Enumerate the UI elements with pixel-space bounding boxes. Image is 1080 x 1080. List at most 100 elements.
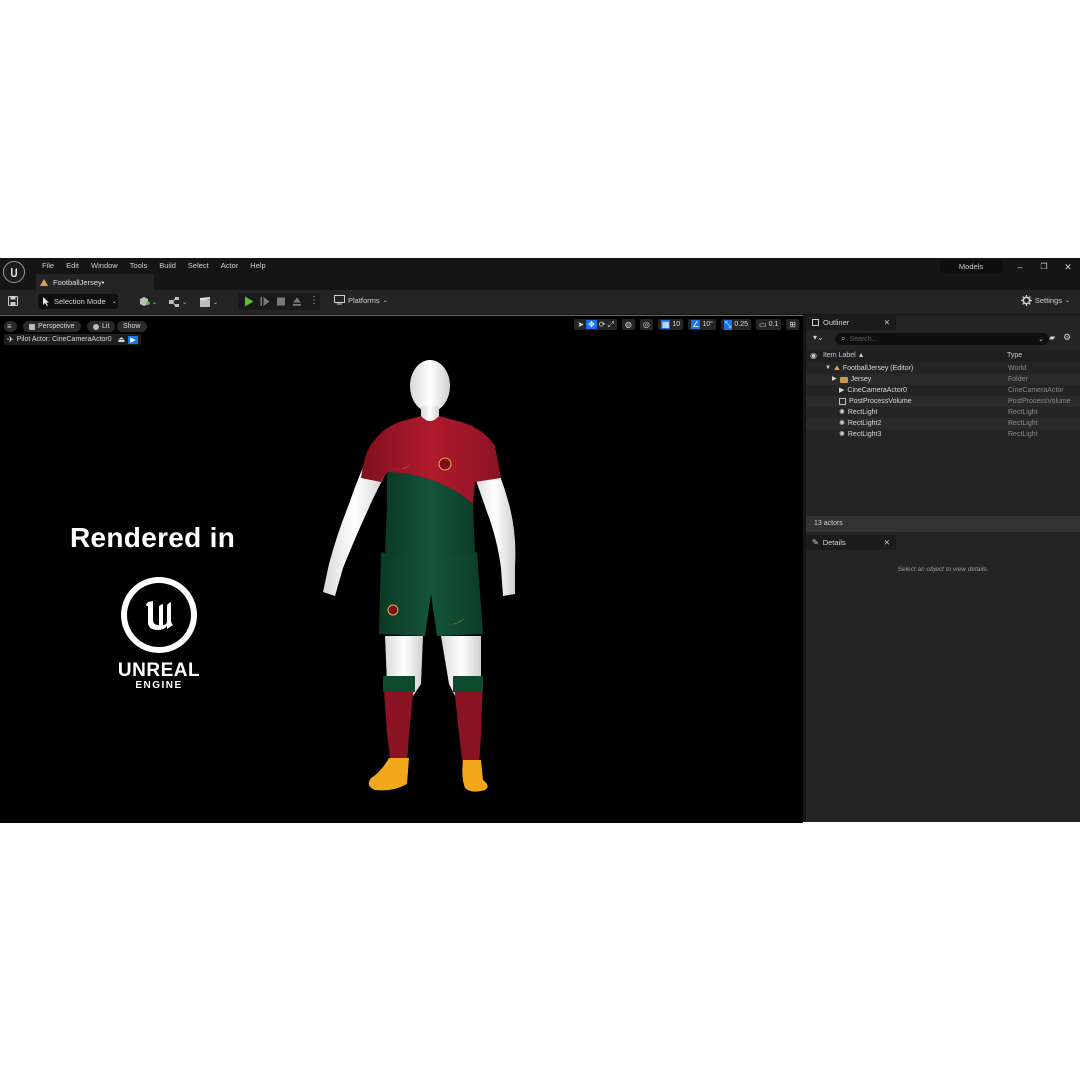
more-options-icon[interactable]: ⋮	[309, 295, 319, 306]
step-icon[interactable]	[260, 296, 270, 307]
visibility-eye-icon[interactable]: ◉	[810, 351, 817, 360]
filter-icon[interactable]: ▾⌄	[813, 333, 824, 342]
layout-button[interactable]: ⊞	[786, 319, 799, 330]
outliner-tab-label: Outliner	[823, 318, 850, 327]
row-label: FootballJersey (Editor)	[842, 365, 914, 372]
close-icon[interactable]: ✕	[884, 318, 890, 327]
select-tool-icon[interactable]: ➤	[577, 320, 584, 329]
outliner-row[interactable]: ▼ ⛰ FootballJersey (Editor) World	[806, 363, 1080, 374]
coordinate-space-button[interactable]: ◍	[621, 319, 635, 330]
outliner-tab[interactable]: Outliner ✕	[806, 315, 896, 330]
rotate-tool-icon[interactable]: ⟳	[599, 320, 606, 329]
menu-edit[interactable]: Edit	[60, 260, 85, 272]
menu-window[interactable]: Window	[85, 260, 124, 272]
scale-tool-icon[interactable]: ⤢	[607, 320, 613, 330]
platforms-dropdown[interactable]: Platforms ⌄	[334, 295, 388, 305]
details-panel: ✎ Details ✕ Select an object to view det…	[806, 535, 1080, 822]
unreal-editor-window: File Edit Window Tools Build Select Acto…	[0, 258, 1080, 823]
restore-button[interactable]: ❐	[1034, 260, 1054, 274]
title-bar: File Edit Window Tools Build Select Acto…	[0, 258, 1080, 290]
scale-snap-control[interactable]: ⤡ 0.25	[720, 319, 751, 330]
level-document-tab[interactable]: FootballJersey•	[36, 274, 154, 290]
unreal-logo-icon[interactable]	[3, 261, 25, 283]
grid-icon: ▦	[660, 320, 671, 329]
collapsed-arrow-icon[interactable]: ▶	[832, 374, 837, 385]
expanded-arrow-icon[interactable]: ▼	[825, 363, 831, 374]
camera-actor-icon: ▶	[839, 387, 845, 394]
cinematics-button[interactable]: ⌄	[199, 296, 218, 308]
pilot-actor-label: Pilot Actor: CineCameraActor0	[16, 336, 112, 343]
menu-help[interactable]: Help	[244, 260, 271, 272]
outliner-search-row: ▾⌄ ⌕ Search... ⌄ ▰ ⚙	[806, 332, 1080, 346]
menu-tools[interactable]: Tools	[124, 260, 154, 272]
mannequin-football-kit[interactable]	[315, 354, 525, 814]
level-viewport[interactable]: ≡ Perspective Lit Show ➤ ✥ ⟳ ⤢ ◍ ◎ ▦ 10	[0, 315, 803, 823]
chevron-down-icon: ⌄	[1038, 336, 1044, 343]
menu-build[interactable]: Build	[153, 260, 182, 272]
eject-pilot-icon[interactable]: ⏏	[118, 335, 126, 344]
show-flags-button[interactable]: Show	[117, 321, 147, 332]
models-button[interactable]: Models	[940, 260, 1002, 273]
add-actor-button[interactable]: ⌄	[138, 296, 157, 308]
column-item-label[interactable]: Item Label ▲	[823, 352, 865, 359]
outliner-row[interactable]: ✺ RectLight3 RectLight	[806, 429, 1080, 440]
globe-icon: ◍	[624, 320, 632, 329]
search-placeholder: Search...	[849, 335, 878, 343]
rendered-in-title: Rendered in	[70, 522, 236, 553]
settings-dropdown[interactable]: Settings ⌄	[1020, 295, 1070, 306]
outliner-search-input[interactable]: ⌕ Search... ⌄	[835, 333, 1049, 345]
row-label: PostProcessVolume	[849, 398, 912, 405]
chevron-down-icon: ⌄	[1064, 298, 1070, 304]
add-folder-icon[interactable]: ▰	[1049, 333, 1055, 342]
selection-mode-dropdown[interactable]: Selection Mode ⌄	[38, 294, 118, 309]
gear-icon	[1020, 295, 1032, 306]
close-icon[interactable]: ✕	[884, 538, 890, 547]
grid-snap-value: 10	[672, 321, 681, 328]
eject-icon[interactable]	[292, 296, 302, 307]
surface-snap-button[interactable]: ◎	[639, 319, 653, 330]
selection-mode-label: Selection Mode	[54, 297, 106, 306]
close-window-button[interactable]: ✕	[1058, 260, 1078, 274]
layout-grid-icon: ⊞	[789, 320, 796, 329]
menu-file[interactable]: File	[36, 260, 60, 272]
chevron-down-icon: ⌄	[213, 299, 219, 306]
clapperboard-icon	[200, 297, 210, 307]
rotation-snap-control[interactable]: ∠ 10°	[688, 319, 716, 330]
wordmark-engine: ENGINE	[135, 680, 183, 691]
scale-snap-icon: ⤡	[723, 319, 733, 330]
transform-tools: ➤ ✥ ⟳ ⤢	[574, 319, 617, 330]
menu-select[interactable]: Select	[182, 260, 215, 272]
save-icon[interactable]	[8, 296, 18, 306]
lit-sphere-icon	[93, 323, 99, 330]
outliner-row[interactable]: ✺ RectLight RectLight	[806, 407, 1080, 418]
pilot-actor-bar: ✈ Pilot Actor: CineCameraActor0 ⏏ ▶	[4, 334, 141, 345]
details-tab[interactable]: ✎ Details ✕	[806, 535, 896, 550]
play-icon[interactable]	[244, 296, 254, 307]
perspective-button[interactable]: Perspective	[23, 321, 81, 332]
column-type[interactable]: Type	[1007, 352, 1022, 359]
outliner-panel: Outliner ✕ ▾⌄ ⌕ Search... ⌄ ▰ ⚙ ◉ Item L…	[806, 315, 1080, 537]
stop-icon[interactable]	[276, 296, 286, 307]
minimize-button[interactable]: –	[1010, 260, 1030, 274]
outliner-row[interactable]: ▶ CineCameraActor0 CineCameraActor	[806, 385, 1080, 396]
surface-snap-icon: ◎	[642, 320, 650, 329]
outliner-row[interactable]: PostProcessVolume PostProcessVolume	[806, 396, 1080, 407]
blueprints-button[interactable]: ⌄	[168, 296, 187, 308]
scale-snap-value: 0.25	[734, 321, 748, 328]
outliner-row[interactable]: ▶ Jersey Folder	[806, 374, 1080, 385]
viewport-menu-button[interactable]: ≡	[4, 321, 17, 332]
menu-actor[interactable]: Actor	[215, 260, 245, 272]
outliner-icon	[812, 319, 819, 326]
show-label: Show	[123, 323, 141, 330]
gear-icon[interactable]: ⚙	[1063, 332, 1071, 343]
row-type: CineCameraActor	[1008, 387, 1064, 394]
pilot-icon: ✈	[7, 335, 14, 344]
camera-lock-icon[interactable]: ▶	[128, 335, 138, 344]
view-mode-lit-button[interactable]: Lit	[87, 321, 116, 332]
camera-speed-control[interactable]: ▭ 0.1	[756, 319, 782, 330]
grid-snap-control[interactable]: ▦ 10	[657, 319, 684, 330]
row-label: Jersey	[850, 376, 872, 383]
outliner-row[interactable]: ✺ RectLight2 RectLight	[806, 418, 1080, 429]
translate-tool-icon[interactable]: ✥	[586, 320, 597, 329]
platforms-label: Platforms	[348, 295, 380, 305]
